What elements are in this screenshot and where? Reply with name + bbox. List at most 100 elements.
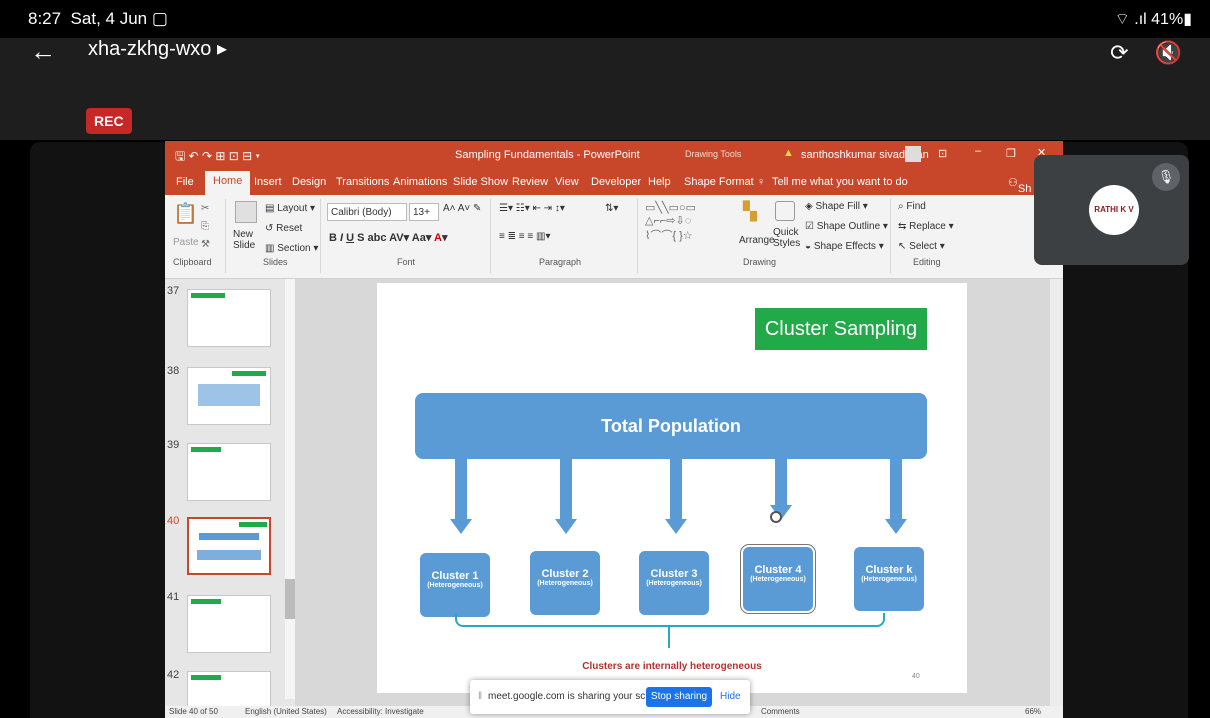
tab-help[interactable]: Help [648,176,671,188]
ppt-title: Sampling Fundamentals - PowerPoint [455,149,640,161]
drawing-tools-label: Drawing Tools [685,149,742,159]
back-arrow-icon[interactable]: ← [30,36,56,67]
slide-thumb-41[interactable] [187,595,271,653]
participant-tile[interactable]: RATHI K V 🎙 [1034,155,1189,265]
comments-button[interactable]: Comments [761,707,800,716]
reset-button[interactable]: ↺ Reset [265,223,302,234]
cut-icon[interactable]: ✂ [201,203,209,214]
shapes-gallery[interactable]: ▭╲╲▭○▭ △⌐⌐⇨⇩◌ ⌇⌒⌒{ }☆ [645,201,696,243]
shape-outline-button[interactable]: ☑ Shape Outline ▾ [805,221,888,232]
arrow-shaft [670,459,682,521]
lightbulb-icon: ♀ [757,176,766,188]
slide-thumb-40-selected[interactable] [187,517,271,575]
group-drawing: Drawing [743,257,777,267]
group-paragraph: Paragraph [539,257,582,267]
cluster-box-4-selected[interactable]: Cluster 4 (Heterogeneous) [740,544,816,614]
thumb-scrollbar[interactable] [285,279,295,699]
tab-file[interactable]: File [176,176,194,188]
slide-thumb-39[interactable] [187,443,271,501]
minimize-icon[interactable]: – [975,145,981,157]
group-slides: Slides [263,257,288,267]
thumb-number: 38 [167,365,180,377]
share-banner-text: meet.google.com is sharing your screen. [488,691,669,702]
tab-review[interactable]: Review [512,176,548,188]
cluster-box-k[interactable]: Cluster k (Heterogeneous) [854,547,924,611]
slide-thumb-37[interactable] [187,289,271,347]
font-name-field[interactable]: Calibri (Body) [327,203,407,221]
tell-me-box[interactable]: Tell me what you want to do [772,176,908,188]
arrow-head [450,519,472,534]
user-avatar [905,146,921,162]
paste-icon[interactable]: 📋 [173,201,198,226]
tab-shape-format[interactable]: Shape Format [684,176,754,188]
zoom-level[interactable]: 66% [1025,707,1041,716]
total-population-box[interactable]: Total Population [415,393,927,459]
font-format-buttons[interactable]: B I U S abc AV▾ Aa▾ A▾ [329,231,447,244]
slide-note[interactable]: Clusters are internally heterogeneous [527,661,817,672]
restore-icon[interactable]: ❐ [1006,147,1016,160]
arrow-head [885,519,907,534]
participant-avatar: RATHI K V [1089,185,1139,235]
arrow-head [665,519,687,534]
quick-styles-icon[interactable] [775,201,795,221]
powerpoint-window: 🖫 ↶ ↷ ⊞ ⊡ ⊟ ▾ Sampling Fundamentals - Po… [165,141,1063,718]
slide-thumb-38[interactable] [187,367,271,425]
paste-button[interactable]: Paste [173,237,199,248]
arrange-button[interactable]: Arrange [739,235,775,246]
shape-fill-button[interactable]: ◈ Shape Fill ▾ [805,201,868,212]
slide-canvas: Cluster Sampling Total Population Cluste… [377,283,967,693]
tab-home[interactable]: Home [205,171,251,195]
arrow-shaft [890,459,902,521]
slide-scrollbar[interactable] [1050,279,1063,711]
status-bar: 8:27 Sat, 4 Jun ▢ ⌔ .ıl 41%▮ [0,0,1210,38]
cluster-box-3[interactable]: Cluster 3 (Heterogeneous) [639,551,709,615]
format-painter-icon[interactable]: ⚒ [201,239,210,250]
switch-camera-icon[interactable]: ⟳ [1110,40,1128,66]
tab-design[interactable]: Design [292,176,326,188]
accessibility[interactable]: Accessibility: Investigate [337,707,424,716]
thumb-number: 40 [167,515,180,527]
section-button[interactable]: ▥ Section ▾ [265,243,318,254]
share-banner: ‖ meet.google.com is sharing your screen… [470,680,750,714]
slide-area: Cluster Sampling Total Population Cluste… [295,279,1050,711]
find-button[interactable]: ⌕ Find [898,201,926,212]
arrange-icon[interactable]: ▚ [743,201,757,222]
thumb-number: 42 [167,669,180,681]
new-slide-icon[interactable] [235,201,257,223]
tab-view[interactable]: View [555,176,579,188]
select-button[interactable]: ↖ Select ▾ [898,241,945,252]
share-button[interactable]: ⚇ Sh [1008,176,1031,195]
rotate-handle-icon[interactable] [770,511,782,523]
new-slide-button[interactable]: New Slide [233,229,263,251]
group-editing: Editing [913,257,941,267]
arrow-shaft [560,459,572,521]
font-size-buttons[interactable]: A˄ A˅ ✎ [443,203,481,214]
drag-handle-icon[interactable]: ‖ [478,691,482,702]
cluster-box-1[interactable]: Cluster 1 (Heterogeneous) [420,553,490,617]
align-buttons[interactable]: ≡ ≣ ≡ ≡ ▥▾ [499,231,550,242]
text-direction-icon[interactable]: ⇅▾ [605,203,618,214]
hide-button[interactable]: Hide [720,691,741,702]
speaker-off-icon[interactable]: 🔇 [1155,40,1182,66]
mic-off-icon: 🎙 [1152,163,1180,191]
tab-slide-show[interactable]: Slide Show [453,176,508,188]
slide-title[interactable]: Cluster Sampling [755,308,927,350]
layout-button[interactable]: ▤ Layout ▾ [265,203,315,214]
font-size-field[interactable]: 13+ [409,203,439,221]
list-buttons[interactable]: ☰▾ ☷▾ ⇤ ⇥ ↕▾ [499,203,565,214]
meeting-code[interactable]: xha-zkhg-wxo ▸ [88,36,227,61]
tab-animations[interactable]: Animations [393,176,447,188]
quick-access-toolbar[interactable]: 🖫 ↶ ↷ ⊞ ⊡ ⊟ ▾ [175,147,260,168]
arrow-head [555,519,577,534]
tab-developer[interactable]: Developer [591,176,641,188]
tab-transitions[interactable]: Transitions [336,176,389,188]
shape-effects-button[interactable]: ◒ Shape Effects ▾ [805,241,884,252]
replace-button[interactable]: ⇆ Replace ▾ [898,221,954,232]
tab-insert[interactable]: Insert [254,176,282,188]
language[interactable]: English (United States) [245,707,327,716]
cluster-box-2[interactable]: Cluster 2 (Heterogeneous) [530,551,600,615]
quick-styles-button[interactable]: Quick Styles [773,227,803,249]
stop-sharing-button[interactable]: Stop sharing [646,687,712,707]
ribbon-display-icon[interactable]: ⊡ [938,147,947,160]
copy-icon[interactable]: ⎘ [201,221,209,232]
